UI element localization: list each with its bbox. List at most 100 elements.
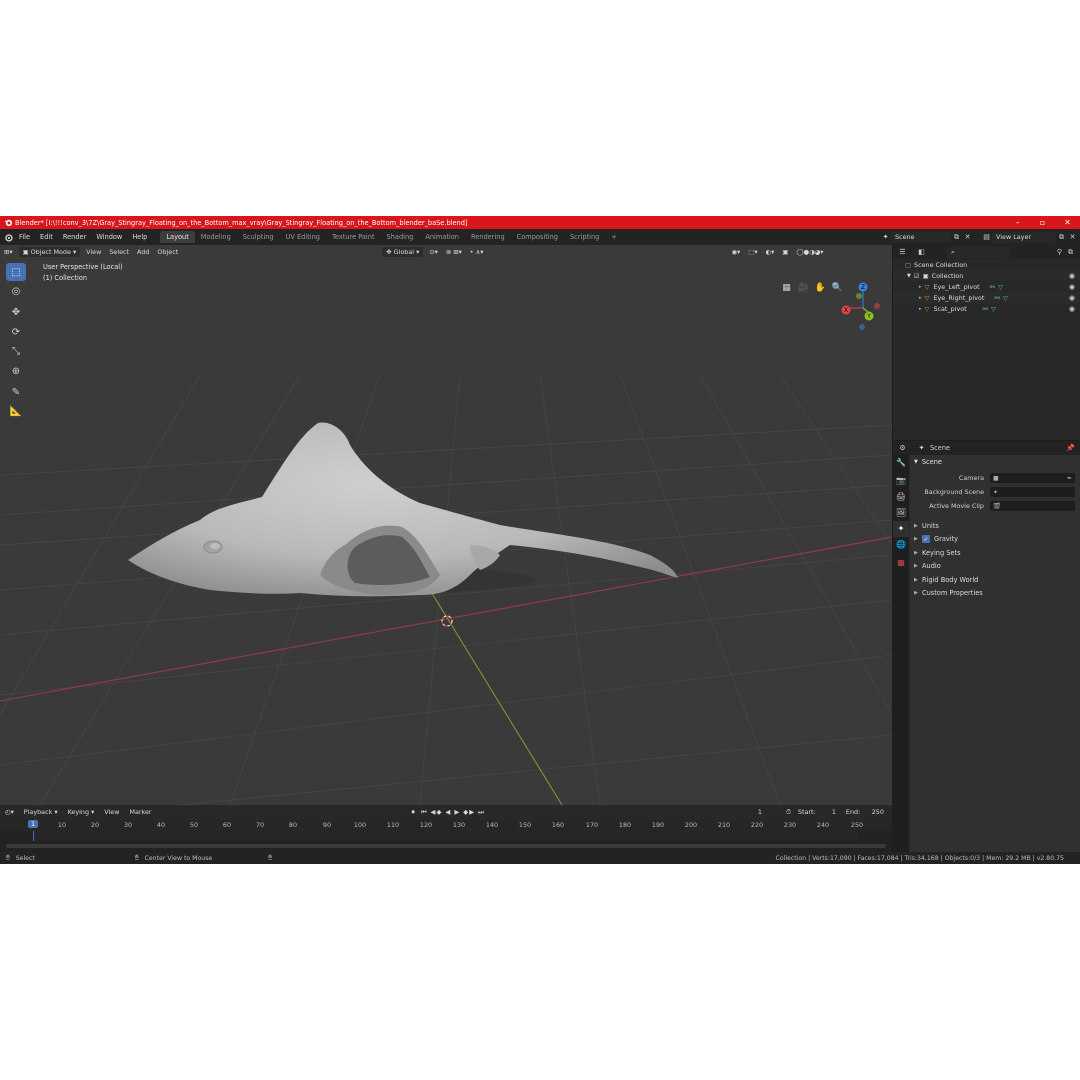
outliner-object-row[interactable]: ▸ ▽ Eye_Right_pivot ⚯ ▽ ◉ [893, 292, 1080, 303]
timeline-menu-view[interactable]: View [99, 808, 124, 816]
tab-texture-paint[interactable]: Texture Paint [326, 231, 381, 243]
expand-icon[interactable]: ▸ [919, 306, 922, 312]
transform-tool-icon[interactable]: ⊕ [6, 362, 26, 380]
move-tool-icon[interactable]: ✥ [6, 304, 26, 322]
tab-layout[interactable]: Layout [160, 231, 195, 243]
menu-window[interactable]: Window [91, 233, 127, 241]
proportional-edit-icon[interactable]: • ∧▾ [466, 247, 488, 257]
gravity-panel[interactable]: ▶ ✓ Gravity [910, 533, 1080, 547]
tab-sculpting[interactable]: Sculpting [237, 231, 280, 243]
timeline-menu-marker[interactable]: Marker [124, 808, 156, 816]
display-mode-icon[interactable]: ◧ [916, 247, 927, 258]
viewport-menu-select[interactable]: Select [105, 247, 133, 257]
pivot-icon[interactable]: ⊙▾ [425, 247, 442, 257]
scene-collection-row[interactable]: ▢ Scene Collection [893, 259, 1080, 270]
texture-tab-icon[interactable]: ▦ [893, 555, 909, 571]
render-tab-icon[interactable]: 📷 [893, 473, 909, 489]
menu-render[interactable]: Render [58, 233, 91, 241]
end-frame-field[interactable]: End: 250 [841, 806, 888, 818]
record-button[interactable]: ⏺ [412, 808, 415, 817]
rotate-tool-icon[interactable]: ⟳ [6, 323, 26, 341]
rigid-body-world-panel[interactable]: ▶ Rigid Body World [910, 573, 1080, 587]
camera-field[interactable]: ■ ✒ [990, 473, 1075, 483]
scale-tool-icon[interactable]: ⤡ [6, 343, 26, 361]
world-tab-icon[interactable]: 🌐 [893, 537, 909, 553]
preview-range-icon[interactable]: ⏱ [786, 808, 791, 817]
outliner-object-row[interactable]: ▸ ▽ Eye_Left_pivot ⚯ ▽ ◉ [893, 281, 1080, 292]
camera-view-icon[interactable]: 🎥 [795, 281, 812, 295]
viewport-menu-object[interactable]: Object [153, 247, 182, 257]
timeline-track-area[interactable] [0, 831, 892, 852]
visibility-eye-icon[interactable]: ◉ [1069, 294, 1075, 302]
visibility-eye-icon[interactable]: ◉ [1069, 305, 1075, 313]
outliner-object-row[interactable]: ▸ ▽ Scat_pivot ⚯ ▽ ◉ [893, 303, 1080, 314]
pan-hand-icon[interactable]: ✋ [812, 281, 829, 295]
xray-icon[interactable]: ▣ [778, 247, 792, 257]
visibility-icon[interactable]: ◉▾ [727, 247, 744, 257]
view-layer-selector[interactable]: View Layer [992, 231, 1056, 243]
timeline-ruler[interactable]: 1 10 20 30 40 50 60 70 80 90 100 110 120… [0, 820, 892, 831]
active-movie-clip-field[interactable]: 🎬 [990, 501, 1075, 511]
tool-tab-icon[interactable]: 🔧 [893, 455, 909, 471]
tab-scripting[interactable]: Scripting [564, 231, 605, 243]
editor-type-icon[interactable]: ⊞▾ [0, 247, 17, 257]
custom-properties-panel[interactable]: ▶ Custom Properties [910, 587, 1080, 601]
delete-scene-icon[interactable]: ✕ [962, 232, 973, 243]
timeline-menu-keying[interactable]: Keying ▾ [63, 808, 100, 816]
pin-icon[interactable]: 📌 [1065, 443, 1076, 454]
3d-viewport[interactable]: ⊞▾ ▣ Object Mode ▾ View Select Add Objec… [0, 245, 892, 805]
properties-editor-icon[interactable]: ⚙ [897, 443, 908, 454]
cursor-tool-icon[interactable]: ◎ [6, 283, 26, 301]
tab-shading[interactable]: Shading [381, 231, 420, 243]
outliner-search-input[interactable]: ⌕ [947, 246, 1009, 258]
timeline-scrollbar[interactable] [6, 844, 886, 848]
menu-edit[interactable]: Edit [35, 233, 58, 241]
tab-animation[interactable]: Animation [419, 231, 465, 243]
expand-icon[interactable]: ▸ [919, 295, 922, 301]
viewport-menu-view[interactable]: View [82, 247, 105, 257]
visibility-eye-icon[interactable]: ◉ [1069, 272, 1075, 280]
measure-tool-icon[interactable]: 📐 [6, 403, 26, 421]
blender-menu-icon[interactable] [3, 232, 14, 243]
audio-panel[interactable]: ▶ Audio [910, 560, 1080, 574]
output-tab-icon[interactable]: 🖨 [893, 489, 909, 505]
scene-panel-header[interactable]: ▼ Scene [910, 455, 1080, 469]
gravity-checkbox[interactable]: ✓ [922, 535, 930, 544]
tab-compositing[interactable]: Compositing [511, 231, 564, 243]
object-mode-dropdown[interactable]: ▣ Object Mode ▾ [18, 247, 81, 257]
gizmo-toggle-icon[interactable]: ⬚▾ [744, 247, 761, 257]
minimize-icon[interactable]: – [1005, 216, 1030, 229]
timeline-menu-playback[interactable]: Playback ▾ [19, 808, 63, 816]
delete-view-layer-icon[interactable]: ✕ [1067, 232, 1078, 243]
background-scene-field[interactable]: ✦ [990, 487, 1075, 497]
view-layer-tab-icon[interactable]: 🖼 [893, 505, 909, 521]
menu-file[interactable]: File [14, 233, 35, 241]
maximize-icon[interactable]: ▫ [1030, 216, 1055, 229]
tab-modeling[interactable]: Modeling [195, 231, 237, 243]
new-view-layer-icon[interactable]: ⧉ [1056, 232, 1067, 243]
transform-orientation-dropdown[interactable]: ✥ Global ▾ [382, 247, 424, 257]
add-workspace-button[interactable]: + [605, 231, 623, 243]
scene-selector[interactable]: Scene [891, 231, 951, 243]
tab-rendering[interactable]: Rendering [465, 231, 511, 243]
eyedropper-icon[interactable]: ✒ [1067, 475, 1072, 482]
view-layer-icon[interactable]: ▤ [981, 232, 992, 243]
timeline-editor-icon[interactable]: ◴▾ [0, 808, 19, 816]
navigation-gizmo[interactable]: Z Y X [838, 281, 888, 331]
viewport-menu-add[interactable]: Add [133, 247, 153, 257]
scene-tab-icon[interactable]: ✦ [893, 521, 909, 537]
scene-icon[interactable]: ✦ [880, 232, 891, 243]
keying-sets-panel[interactable]: ▶ Keying Sets [910, 546, 1080, 560]
grid-view-icon[interactable]: ▦ [778, 281, 795, 295]
visibility-eye-icon[interactable]: ◉ [1069, 283, 1075, 291]
shading-modes-icon[interactable]: ◯●◑◕▾ [792, 247, 827, 257]
start-frame-field[interactable]: Start: 1 [793, 806, 840, 818]
new-scene-icon[interactable]: ⧉ [951, 232, 962, 243]
current-frame-field[interactable]: 1 [739, 806, 780, 818]
collection-checkbox-icon[interactable]: ☑ [914, 272, 920, 280]
close-icon[interactable]: ✕ [1055, 216, 1080, 229]
overlay-toggle-icon[interactable]: ◐▾ [762, 247, 779, 257]
menu-help[interactable]: Help [127, 233, 152, 241]
select-box-tool-icon[interactable]: ⬚ [6, 263, 26, 281]
units-panel[interactable]: ▶ Units [910, 519, 1080, 533]
